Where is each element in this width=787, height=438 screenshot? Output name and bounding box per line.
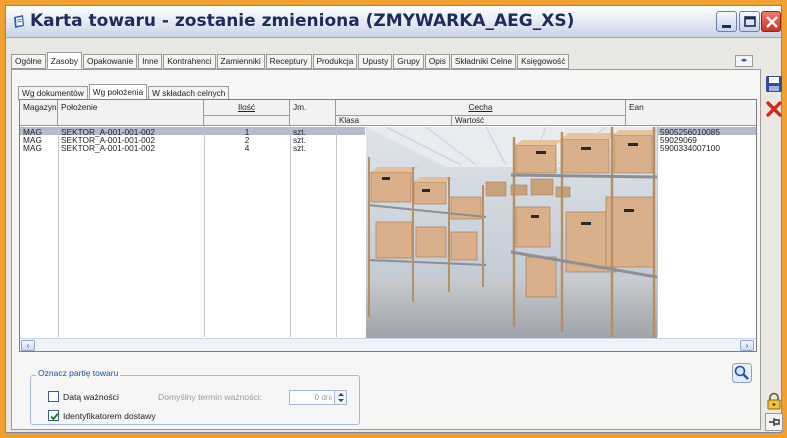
col-header-jm[interactable]: Jm. [290, 100, 336, 126]
col-header-polozenie[interactable]: Położenie [58, 100, 204, 126]
col-divider [204, 126, 205, 337]
cell-polozenie[interactable]: SEKTOR_A-001-001-002 [61, 144, 155, 152]
col-header-ean[interactable]: Ean [626, 100, 756, 126]
supplier-id-checkbox[interactable] [48, 410, 59, 421]
tab-produkcja[interactable]: Produkcja [312, 54, 358, 69]
tab-receptury[interactable]: Receptury [265, 54, 312, 69]
tab-opis[interactable]: Opis [424, 54, 450, 69]
padlock-icon[interactable] [765, 392, 783, 410]
save-icon[interactable] [765, 75, 783, 93]
tab-opakowanie[interactable]: Opakowanie [82, 54, 138, 69]
tab-zasoby[interactable]: Zasoby [46, 52, 82, 69]
sub-tab-strip: Wg dokumentów Wg położenia W składach celn… [18, 84, 230, 100]
tab-ogólne[interactable]: Ogólne [11, 54, 46, 69]
scroll-left-button[interactable]: ‹ [21, 340, 35, 351]
cell-magazyn[interactable]: MAG [23, 144, 42, 152]
tab-upusty[interactable]: Upusty [358, 54, 393, 69]
expiry-date-checkbox[interactable] [48, 391, 59, 402]
minimize-icon [722, 25, 731, 28]
default-term-stepper[interactable]: 0 dni [289, 390, 347, 405]
tab-inne[interactable]: Inne [138, 54, 163, 69]
window-title: Karta towaru - zostanie zmieniona (ZMYWA… [30, 11, 575, 31]
horizontal-scrollbar[interactable]: ‹ › [20, 338, 756, 351]
tab-zamienniki[interactable]: Zamienniki [216, 54, 265, 69]
title-bar: Karta towaru - zostanie zmieniona (ZMYWA… [6, 6, 781, 38]
window-app-icon [14, 15, 24, 28]
pin-icon[interactable] [765, 413, 783, 431]
scroll-right-button[interactable]: › [740, 340, 754, 351]
maximize-button[interactable] [739, 11, 760, 32]
default-term-value: 0 dni [314, 393, 332, 402]
spin-arrows-icon [338, 393, 344, 402]
tab-scroll-arrows[interactable]: ◂▸ [735, 55, 753, 67]
col-header-ilosc-sub [204, 116, 290, 126]
warehouse-shelves-image [366, 127, 657, 339]
tab-kontrahenci[interactable]: Kontrahenci [163, 54, 216, 69]
cell-jm[interactable]: szt. [293, 144, 306, 152]
tab-składniki-celne[interactable]: Składniki Celne [450, 54, 517, 69]
batch-group-title: Oznacz partię towaru [36, 368, 121, 378]
close-icon [766, 16, 778, 28]
col-header-magazyn[interactable]: Magazyn [20, 100, 58, 126]
stepper-arrows[interactable] [334, 391, 346, 404]
subtab-1[interactable]: Wg dokumentów [18, 86, 88, 100]
col-header-klasa[interactable]: Klasa [336, 116, 452, 126]
magnifier-icon[interactable] [732, 363, 752, 383]
col-divider [290, 126, 291, 337]
col-divider [657, 126, 658, 337]
main-tab-strip: Ogólne Zasoby Opakowanie Inne Kontrahenci Zam… [11, 52, 570, 69]
window: Karta towaru - zostanie zmieniona (ZMYWA… [5, 5, 783, 433]
tab-grupy[interactable]: Grupy [393, 54, 424, 69]
subtab-2[interactable]: Wg położenia [88, 84, 148, 100]
close-window-button[interactable] [761, 11, 781, 32]
col-divider [58, 126, 59, 337]
col-header-cecha[interactable]: Cecha [336, 100, 626, 116]
subtab-3[interactable]: W składach celnych [148, 86, 230, 100]
col-header-wartosc[interactable]: Wartość [452, 116, 626, 126]
supplier-id-label: Identyfikatorem dostawy [63, 411, 156, 421]
cell-ilosc[interactable]: 4 [204, 144, 290, 152]
maximize-icon [744, 16, 756, 27]
expiry-date-label: Datą ważności [63, 392, 119, 402]
col-header-ilosc[interactable]: Ilość [204, 100, 290, 116]
cell-ean[interactable]: 5900334007100 [660, 144, 720, 152]
col-divider [336, 126, 337, 337]
minimize-button[interactable] [716, 11, 737, 32]
checkmark-icon [50, 412, 59, 421]
location-grid[interactable]: Magazyn Położenie Ilość Jm. Cecha Klasa … [19, 99, 757, 352]
default-term-label: Domyślny termin ważności: [158, 392, 263, 402]
tab-księgowość[interactable]: Księgowość [517, 54, 570, 69]
close-red-icon[interactable] [765, 100, 783, 118]
